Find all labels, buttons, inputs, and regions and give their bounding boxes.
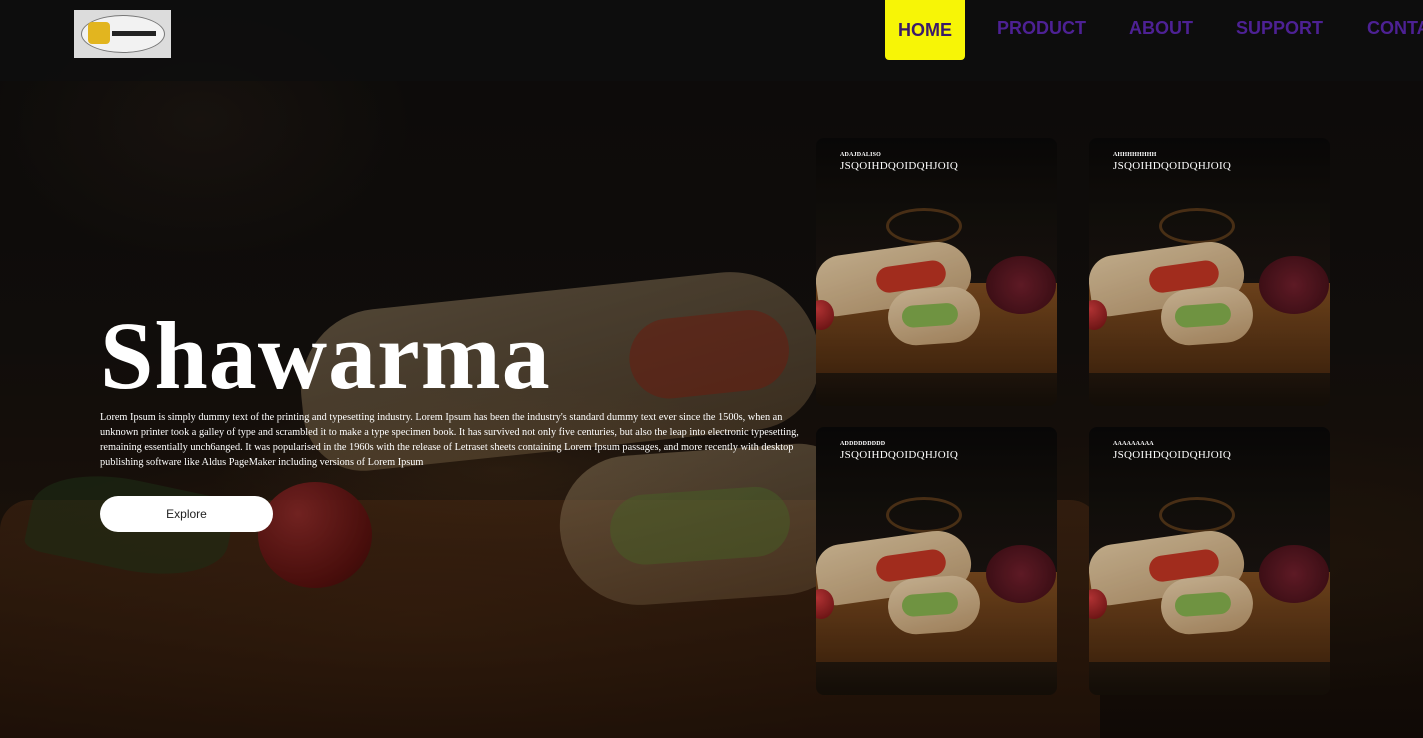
hero-description: Lorem Ipsum is simply dummy text of the … (100, 412, 799, 468)
card-tag: ADDDDDDDDD (840, 441, 886, 447)
product-card[interactable]: AAAAAAAAA JSQOIHDQOIDQHJOIQ (1089, 427, 1330, 695)
nav-home[interactable]: HOME (885, 0, 965, 60)
logo-emblem (80, 15, 165, 53)
nav-product[interactable]: PRODUCT (997, 18, 1086, 39)
card-shade (1089, 427, 1330, 695)
brand-logo[interactable] (74, 10, 171, 58)
card-title: JSQOIHDQOIDQHJOIQ (1113, 449, 1232, 461)
nav-contact[interactable]: CONTA (1367, 18, 1423, 39)
product-card[interactable]: ADDDDDDDDD JSQOIHDQOIDQHJOIQ (816, 427, 1057, 695)
card-shade (816, 138, 1057, 406)
explore-button[interactable]: Explore (100, 496, 273, 532)
product-card[interactable]: AHHHHHHHH JSQOIHDQOIDQHJOIQ (1089, 138, 1330, 406)
hero-title: Shawarma (100, 302, 551, 409)
card-tag: ADAJDALISO (840, 152, 882, 158)
top-navbar: HOME PRODUCT ABOUT SUPPORT CONTA (0, 0, 1423, 81)
product-card[interactable]: ADAJDALISO JSQOIHDQOIDQHJOIQ (816, 138, 1057, 406)
card-shade (816, 427, 1057, 695)
card-tag: AAAAAAAAA (1113, 441, 1154, 447)
card-title: JSQOIHDQOIDQHJOIQ (840, 449, 959, 461)
nav-about[interactable]: ABOUT (1129, 18, 1193, 39)
card-shade (1089, 138, 1330, 406)
card-title: JSQOIHDQOIDQHJOIQ (840, 160, 959, 172)
card-tag: AHHHHHHHH (1113, 152, 1157, 158)
nav-support[interactable]: SUPPORT (1236, 18, 1323, 39)
card-title: JSQOIHDQOIDQHJOIQ (1113, 160, 1232, 172)
